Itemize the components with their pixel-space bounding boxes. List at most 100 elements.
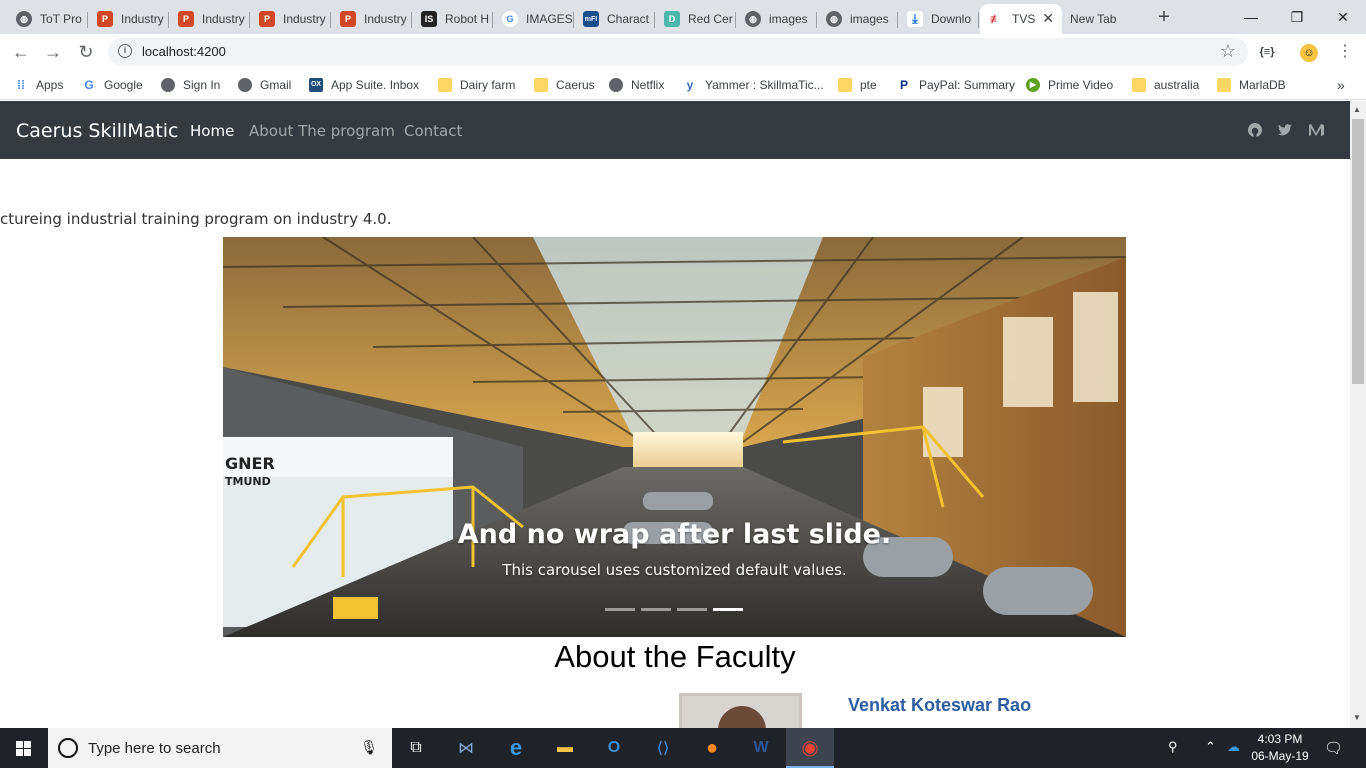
minimize-button[interactable]: — xyxy=(1228,4,1274,30)
bookmark-star-icon[interactable]: ☆ xyxy=(1220,41,1236,62)
json-extension-icon[interactable]: {≡} xyxy=(1256,42,1278,64)
browser-tab[interactable]: New Tab xyxy=(1062,4,1142,34)
paypal-icon: P xyxy=(897,78,911,92)
bookmark-netflix[interactable]: Netflix xyxy=(609,76,664,94)
windows-taskbar: Type here to search 🎙 ⧉ ⋈ e ▬ O ⟨⟩ ● W ◉… xyxy=(0,728,1366,768)
bookmark-gmail[interactable]: Gmail xyxy=(238,76,291,94)
close-window-button[interactable]: ✕ xyxy=(1320,4,1366,30)
show-hidden-icons[interactable]: ⌃ xyxy=(1205,739,1216,755)
close-tab-icon[interactable]: ✕ xyxy=(1042,10,1054,27)
bookmark-paypal[interactable]: P PayPal: Summary xyxy=(897,76,1015,94)
outlook-icon[interactable]: O xyxy=(590,728,638,768)
medium-icon[interactable] xyxy=(1308,122,1324,138)
powerpoint-icon: P xyxy=(340,11,356,27)
browser-tab[interactable]: D Red Cer xyxy=(656,4,736,34)
clock-date: 06-May-19 xyxy=(1251,749,1309,763)
firefox-icon[interactable]: ● xyxy=(688,728,736,768)
browser-tab-active[interactable]: ≢ TVS ✕ xyxy=(980,4,1062,34)
svg-text:TMUND: TMUND xyxy=(225,475,271,488)
vscode-icon[interactable]: ⟨⟩ xyxy=(639,728,687,768)
svg-text:GNER: GNER xyxy=(225,454,275,473)
image-carousel[interactable]: GNER TMUND And no wrap after last slide.… xyxy=(223,237,1126,637)
clock-time: 4:03 PM xyxy=(1257,732,1303,746)
bookmark-pte[interactable]: pte xyxy=(838,76,877,94)
forward-button[interactable]: → xyxy=(40,40,66,66)
back-button[interactable]: ← xyxy=(8,40,34,66)
brand-logo[interactable]: Caerus SkillMatic xyxy=(16,120,179,142)
carousel-indicators xyxy=(605,608,749,611)
windows-logo-icon xyxy=(16,741,31,756)
browser-tab[interactable]: ⤓ Downlo xyxy=(899,4,979,34)
bookmark-caerus[interactable]: Caerus xyxy=(534,76,595,94)
carousel-indicator[interactable] xyxy=(677,608,707,611)
download-icon: ⤓ xyxy=(907,11,923,27)
scrollbar-thumb[interactable] xyxy=(1352,119,1364,384)
marquee-text: ctureing industrial training program on … xyxy=(0,210,392,228)
google-icon: G xyxy=(82,78,96,92)
new-tab-button[interactable]: + xyxy=(1152,6,1176,30)
twitter-icon[interactable] xyxy=(1277,122,1293,138)
info-icon[interactable]: i xyxy=(118,44,132,58)
apps-grid-icon: ⁞⁞ xyxy=(17,78,25,92)
tab-strip: ◍ ToT Pro P Industry P Industry P Indust… xyxy=(0,0,1366,34)
people-icon[interactable]: ⚲ xyxy=(1168,739,1178,755)
folder-icon xyxy=(534,78,548,92)
onedrive-icon[interactable]: ☁ xyxy=(1227,739,1240,755)
notifications-icon[interactable]: 🗨 xyxy=(1324,739,1343,757)
system-clock[interactable]: 4:03 PM 06-May-19 xyxy=(1248,731,1312,765)
browser-tab[interactable]: ◍ ToT Pro xyxy=(8,4,88,34)
restore-button[interactable]: ❐ xyxy=(1274,4,1320,30)
bookmark-marladb[interactable]: MarlaDB xyxy=(1217,76,1286,94)
address-bar[interactable]: i localhost:4200 ☆ xyxy=(108,38,1248,66)
microphone-icon[interactable]: 🎙 xyxy=(360,739,378,756)
word-icon[interactable]: W xyxy=(737,728,785,768)
browser-tab[interactable]: ◍ images xyxy=(737,4,817,34)
task-view-icon[interactable]: ⧉ xyxy=(392,728,440,768)
globe-icon: ◍ xyxy=(745,11,761,27)
bookmark-app-suite[interactable]: OX App Suite. Inbox xyxy=(309,76,419,94)
nav-home[interactable]: Home xyxy=(190,122,234,140)
globe-icon xyxy=(238,78,252,92)
taskbar-search[interactable]: Type here to search 🎙 xyxy=(48,728,392,768)
bookmark-google[interactable]: G Google xyxy=(82,76,143,94)
edge-icon[interactable]: e xyxy=(492,728,540,768)
nav-about-program[interactable]: About The program xyxy=(249,122,395,140)
browser-tab[interactable]: IS Robot H xyxy=(413,4,493,34)
more-bookmarks-icon[interactable]: » xyxy=(1337,76,1345,94)
github-icon[interactable] xyxy=(1247,122,1263,138)
visual-studio-icon[interactable]: ⋈ xyxy=(442,728,490,768)
scroll-down-icon[interactable]: ▼ xyxy=(1353,713,1361,722)
bookmark-dairy-farm[interactable]: Dairy farm xyxy=(438,76,515,94)
browser-tab[interactable]: P Industry xyxy=(332,4,412,34)
yammer-icon: y xyxy=(683,78,697,92)
browser-tab[interactable]: G IMAGES xyxy=(494,4,574,34)
browser-tab[interactable]: P Industry xyxy=(89,4,169,34)
bookmark-apps[interactable]: ⁞⁞ Apps xyxy=(14,76,63,94)
carousel-caption-title: And no wrap after last slide. xyxy=(457,519,892,550)
browser-tab[interactable]: P Industry xyxy=(170,4,250,34)
nav-contact[interactable]: Contact xyxy=(404,122,462,140)
bookmark-prime-video[interactable]: ▶ Prime Video xyxy=(1026,76,1113,94)
reload-button[interactable]: ↻ xyxy=(73,40,99,66)
mfi-icon: mFI xyxy=(583,11,599,27)
web-page: Caerus SkillMatic Home About The program… xyxy=(0,101,1350,728)
chrome-icon[interactable]: ◉ xyxy=(786,728,834,768)
carousel-indicator-active[interactable] xyxy=(713,608,743,611)
browser-tab[interactable]: P Industry xyxy=(251,4,331,34)
file-explorer-icon[interactable]: ▬ xyxy=(541,728,589,768)
scroll-up-icon[interactable]: ▲ xyxy=(1353,105,1361,114)
start-button[interactable] xyxy=(0,728,48,768)
browser-tab[interactable]: mFI Charact xyxy=(575,4,655,34)
carousel-indicator[interactable] xyxy=(605,608,635,611)
carousel-indicator[interactable] xyxy=(641,608,671,611)
menu-icon[interactable]: ⋮ xyxy=(1334,42,1356,64)
bookmark-sign-in[interactable]: Sign In xyxy=(161,76,220,94)
browser-tab[interactable]: ◍ images xyxy=(818,4,898,34)
page-scrollbar[interactable]: ▲ ▼ xyxy=(1350,101,1366,728)
bookmark-australia[interactable]: australia xyxy=(1132,76,1199,94)
cortana-icon xyxy=(58,738,78,758)
avatar[interactable]: ☺ xyxy=(1300,44,1318,62)
bookmark-yammer[interactable]: y Yammer : SkillmaTic... xyxy=(683,76,824,94)
address-url[interactable]: localhost:4200 xyxy=(142,44,226,59)
d-icon: D xyxy=(664,11,680,27)
